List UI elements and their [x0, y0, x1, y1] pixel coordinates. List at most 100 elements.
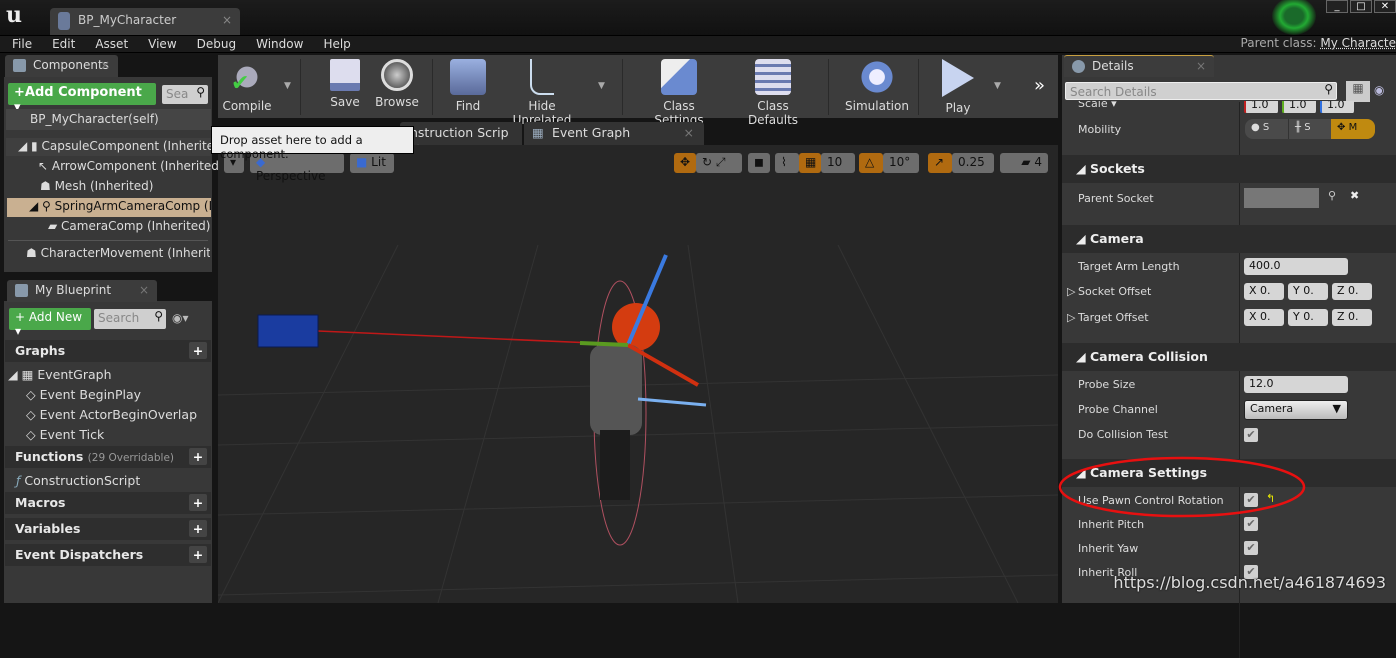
browse-socket-icon[interactable]: ⚲ [1328, 189, 1336, 202]
property-matrix-icon[interactable]: ▦ [1346, 81, 1370, 102]
visibility-eye-icon[interactable]: ◉ [1374, 83, 1384, 97]
compile-options-caret[interactable]: ▼ [284, 81, 291, 91]
parent-class-link[interactable]: My Characte [1320, 36, 1396, 50]
self-component-row[interactable]: BP_MyCharacter(self) [6, 109, 211, 130]
hide-unrelated-caret[interactable]: ▼ [598, 81, 605, 91]
construction-script-item[interactable]: ƒ ConstructionScript [16, 473, 140, 488]
section-functions[interactable]: Functions (29 Overridable) + [5, 446, 211, 468]
tree-item-capsule[interactable]: ◢ ▮ CapsuleComponent (Inherited) [6, 138, 226, 156]
add-variable-button[interactable]: + [189, 520, 207, 537]
rotation-snap-icon[interactable]: △ [859, 153, 883, 173]
menu-asset[interactable]: Asset [95, 36, 128, 52]
do-collision-test-checkbox[interactable]: ✔ [1244, 428, 1258, 442]
close-icon[interactable]: × [100, 58, 110, 72]
target-offset-z[interactable]: Z 0. [1332, 309, 1372, 326]
scale-x-field[interactable]: 1.0 [1244, 101, 1278, 113]
class-defaults-button[interactable]: Class Defaults [732, 59, 814, 127]
menu-debug[interactable]: Debug [197, 36, 236, 52]
grid-snap-value[interactable]: 10 [821, 153, 855, 173]
tab-event-graph[interactable]: ▦ Event Graph × [524, 122, 704, 145]
section-event-dispatchers[interactable]: Event Dispatchers + [5, 544, 211, 566]
grid-snap-icon[interactable]: ▦ [799, 153, 821, 173]
event-item[interactable]: ◇ Event Tick [26, 427, 104, 442]
close-icon[interactable]: × [139, 283, 149, 297]
inherit-yaw-checkbox[interactable]: ✔ [1244, 541, 1258, 555]
add-dispatcher-button[interactable]: + [189, 546, 207, 563]
mobility-selector[interactable]: ● S ╫ S ✥ M [1245, 119, 1375, 139]
browse-button[interactable]: Browse [374, 59, 420, 109]
add-macro-button[interactable]: + [189, 494, 207, 511]
blueprint-search-input[interactable]: Search ⚲ [94, 309, 166, 329]
add-graph-button[interactable]: + [189, 342, 207, 359]
document-tab[interactable]: BP_MyCharacter × [50, 8, 240, 35]
event-item[interactable]: ◇ Event BeginPlay [26, 387, 141, 402]
unreal-logo-icon[interactable]: u [6, 2, 22, 28]
details-search-input[interactable]: Search Details ⚲ [1065, 82, 1337, 100]
tree-item-camera[interactable]: ▰ CameraComp (Inherited) [48, 219, 210, 233]
class-settings-button[interactable]: Class Settings [638, 59, 720, 127]
close-tab-icon[interactable]: × [222, 13, 232, 27]
camera-header[interactable]: ◢ Camera [1062, 225, 1396, 253]
tree-item-spring-arm[interactable]: ◢ ⚲ SpringArmCameraComp (Inh [7, 198, 211, 217]
mobility-stationary[interactable]: ╫ S [1288, 119, 1331, 139]
rotate-scale-mode-icons[interactable]: ↻ ⤢ [696, 153, 742, 173]
save-button[interactable]: Save [326, 59, 364, 109]
tree-item-movement[interactable]: ☗ CharacterMovement (Inherited [26, 246, 210, 260]
rotation-snap-value[interactable]: 10° [883, 153, 919, 173]
scale-y-field[interactable]: 1.0 [1282, 101, 1316, 113]
parent-socket-field[interactable] [1244, 188, 1319, 208]
section-variables[interactable]: Variables + [5, 518, 211, 540]
components-tab[interactable]: Components × [5, 55, 118, 77]
tab-construction-script[interactable]: nstruction Scrip × [400, 122, 522, 155]
play-button[interactable]: Play [936, 59, 980, 115]
sockets-header[interactable]: ◢ Sockets [1062, 155, 1396, 183]
expand-icon[interactable]: ▷ [1067, 311, 1075, 324]
play-options-caret[interactable]: ▼ [994, 81, 1001, 91]
mobility-movable[interactable]: ✥ M [1331, 119, 1375, 139]
tree-item-arrow[interactable]: ↖ ArrowComponent (Inherited) [38, 159, 224, 173]
minimize-button[interactable]: _ [1326, 0, 1348, 13]
socket-offset-y[interactable]: Y 0. [1288, 283, 1328, 300]
my-blueprint-tab[interactable]: My Blueprint × [7, 280, 157, 302]
add-component-button[interactable]: +Add Component ▾ [8, 83, 156, 115]
menu-file[interactable]: File [12, 36, 32, 52]
translate-mode-icon[interactable]: ✥ [674, 153, 696, 173]
hide-unrelated-button[interactable]: Hide Unrelated [500, 59, 584, 127]
details-tab[interactable]: Details × [1064, 55, 1214, 77]
section-graphs[interactable]: Graphs + [5, 340, 211, 362]
add-function-button[interactable]: + [189, 448, 207, 465]
probe-channel-dropdown[interactable]: Camera ▼ [1244, 400, 1348, 420]
components-search-input[interactable]: Sea ⚲ [162, 85, 208, 104]
toolbar-overflow-icon[interactable]: » [1034, 75, 1045, 96]
scale-z-field[interactable]: 1.0 [1320, 101, 1354, 113]
close-icon[interactable]: × [1196, 59, 1206, 73]
camera-speed-button[interactable]: ▰ 4 [1000, 153, 1048, 173]
event-item[interactable]: ◇ Event ActorBeginOverlap [26, 407, 197, 422]
event-graph-item[interactable]: ◢ ▦ EventGraph [8, 367, 112, 382]
menu-window[interactable]: Window [256, 36, 303, 52]
visibility-eye-icon[interactable]: ◉▾ [172, 311, 189, 325]
close-icon[interactable]: × [684, 125, 694, 140]
find-button[interactable]: Find [450, 59, 486, 113]
mobility-static[interactable]: ● S [1245, 119, 1288, 139]
simulation-button[interactable]: Simulation [844, 59, 910, 113]
viewport[interactable]: ▾ ◆ Perspective ■ Lit ✥ ↻ ⤢ ◼ ⌇ ▦ 10 △ 1… [218, 145, 1058, 603]
close-window-button[interactable]: ✕ [1374, 0, 1396, 13]
menu-view[interactable]: View [148, 36, 176, 52]
surface-snap-icon[interactable]: ⌇ [775, 153, 799, 173]
menu-help[interactable]: Help [323, 36, 350, 52]
target-offset-x[interactable]: X 0. [1244, 309, 1284, 326]
target-arm-length-field[interactable]: 400.0 [1244, 258, 1348, 275]
maximize-button[interactable]: □ [1350, 0, 1372, 13]
target-offset-y[interactable]: Y 0. [1288, 309, 1328, 326]
add-new-button[interactable]: + Add New ▾ [9, 308, 91, 338]
section-macros[interactable]: Macros + [5, 492, 211, 514]
tree-item-mesh[interactable]: ☗ Mesh (Inherited) [40, 179, 153, 193]
scale-snap-value[interactable]: 0.25 [952, 153, 994, 173]
lit-button[interactable]: ■ Lit [350, 153, 394, 173]
compile-button[interactable]: ✔ Compile [222, 59, 272, 113]
world-local-icon[interactable]: ◼ [748, 153, 770, 173]
socket-offset-x[interactable]: X 0. [1244, 283, 1284, 300]
camera-collision-header[interactable]: ◢ Camera Collision [1062, 343, 1396, 371]
socket-offset-z[interactable]: Z 0. [1332, 283, 1372, 300]
